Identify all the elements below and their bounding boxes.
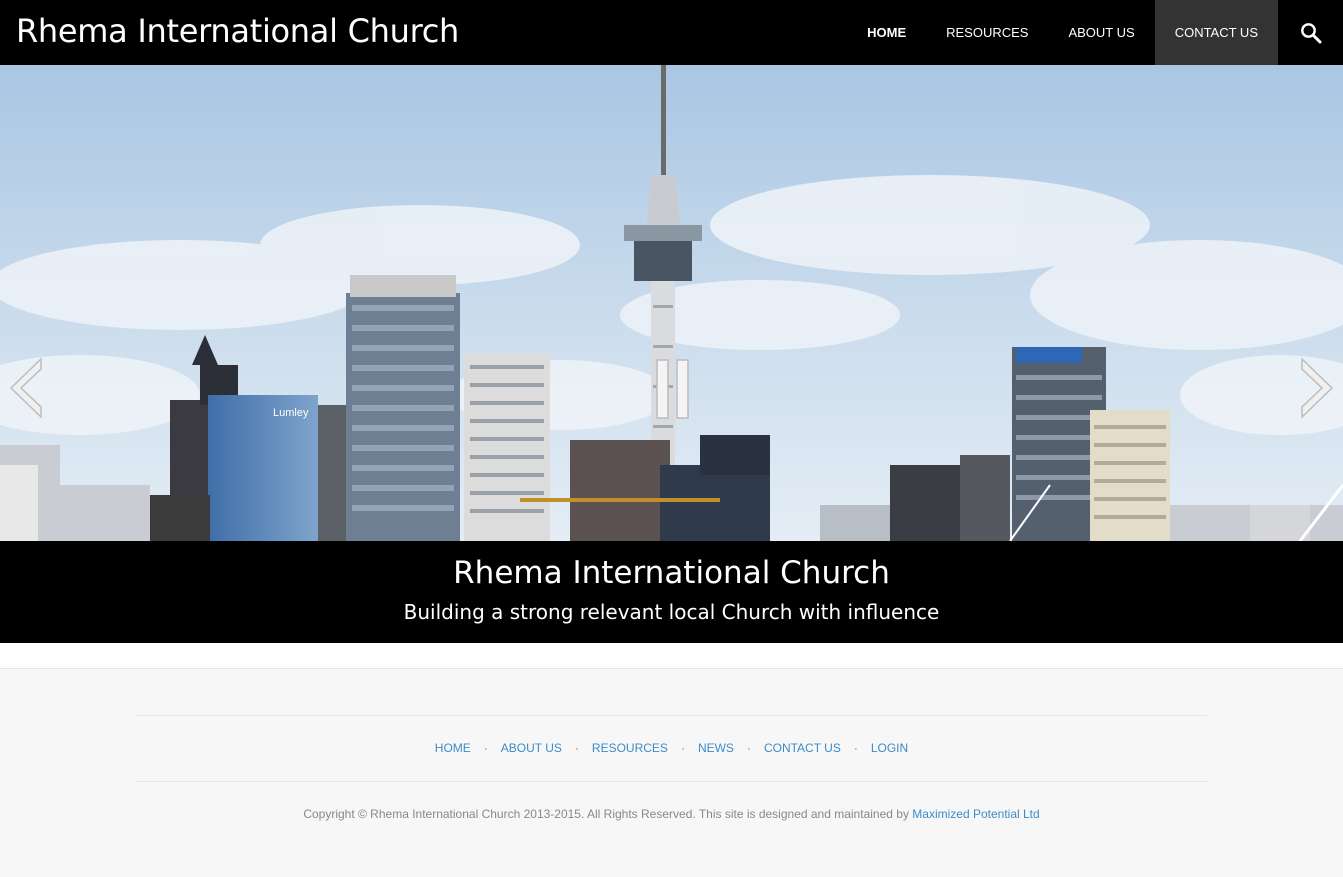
nav-item-contact-us[interactable]: CONTACT US (1154, 0, 1278, 65)
footer-link-contact-us[interactable]: CONTACT US (764, 741, 841, 755)
arrow-left-icon[interactable] (9, 357, 43, 419)
hero-slider: Lumley (0, 65, 1343, 541)
copyright-text: Copyright © Rhema International Church 2… (303, 807, 913, 821)
slider-caption: Rhema International Church Building a st… (0, 541, 1343, 643)
footer-link-resources[interactable]: RESOURCES (592, 741, 668, 755)
city-skyline-image: Lumley (0, 65, 1343, 541)
caption-title: Rhema International Church (453, 555, 890, 591)
copyright: Copyright © Rhema International Church 2… (0, 805, 1343, 823)
footer-nav: HOME · ABOUT US · RESOURCES · NEWS · CONTACT US ·… (0, 739, 1343, 757)
arrow-right-icon[interactable] (1300, 357, 1334, 419)
main-nav: HOME RESOURCES ABOUT US CONTACT US (847, 0, 1278, 65)
footer-divider-bottom (136, 781, 1207, 782)
footer-separator: · (680, 741, 685, 755)
footer-separator: · (483, 741, 488, 755)
top-bar: Rhema International Church HOME RESOURCE… (0, 0, 1343, 65)
credit-link[interactable]: Maximized Potential Ltd (912, 807, 1039, 821)
footer-separator: · (853, 741, 858, 755)
search-button[interactable] (1278, 0, 1343, 65)
pause-icon[interactable] (656, 359, 690, 419)
caption-subtitle: Building a strong relevant local Church … (403, 600, 940, 624)
footer-separator: · (574, 741, 579, 755)
content-spacer (0, 643, 1343, 669)
footer-link-about-us[interactable]: ABOUT US (501, 741, 562, 755)
lumley-sign: Lumley (273, 407, 309, 419)
footer-separator: · (746, 741, 751, 755)
site-title[interactable]: Rhema International Church (16, 10, 459, 52)
footer-link-home[interactable]: HOME (435, 741, 471, 755)
footer-link-news[interactable]: NEWS (698, 741, 734, 755)
nav-item-resources[interactable]: RESOURCES (926, 0, 1048, 65)
footer-divider-top (136, 715, 1207, 716)
search-icon (1300, 22, 1321, 43)
footer-link-login[interactable]: LOGIN (871, 741, 908, 755)
nav-item-home[interactable]: HOME (847, 0, 926, 65)
nav-item-about-us[interactable]: ABOUT US (1048, 0, 1154, 65)
